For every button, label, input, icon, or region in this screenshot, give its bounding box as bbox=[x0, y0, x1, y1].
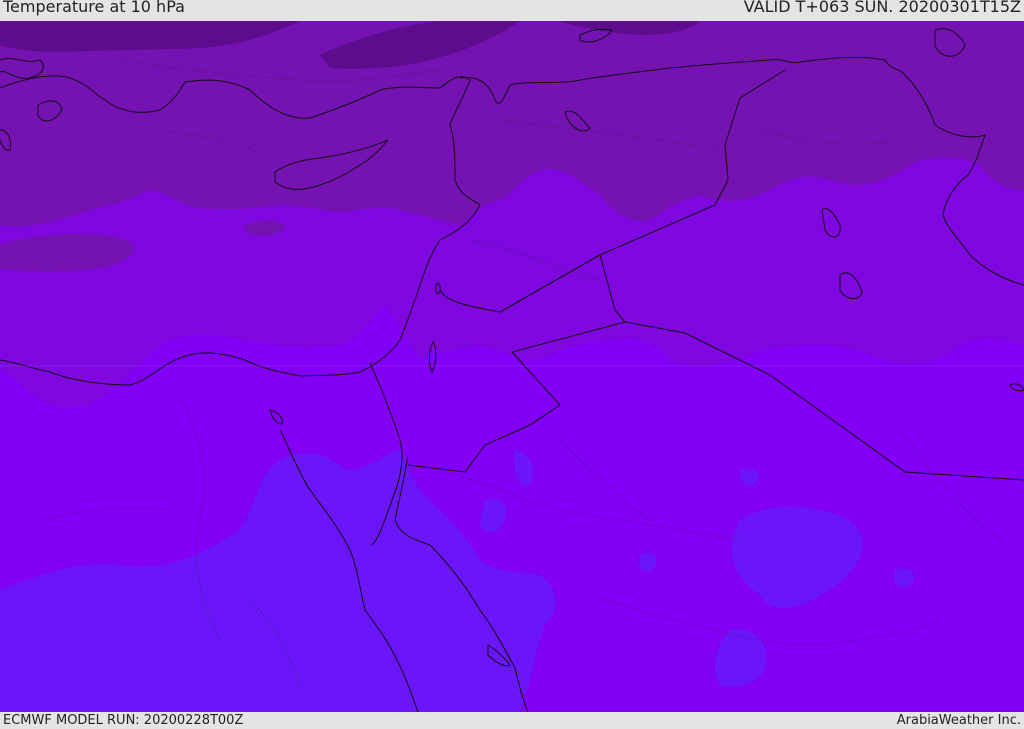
map-title: Temperature at 10 hPa bbox=[3, 0, 185, 16]
temperature-map[interactable] bbox=[0, 21, 1024, 712]
header-bar: Temperature at 10 hPa VALID T+063 SUN. 2… bbox=[0, 0, 1024, 21]
valid-time-label: VALID T+063 SUN. 20200301T15Z bbox=[743, 0, 1021, 16]
model-run-label: ECMWF MODEL RUN: 20200228T00Z bbox=[3, 713, 244, 728]
credit-label: ArabiaWeather Inc. bbox=[896, 713, 1021, 728]
footer-bar: ECMWF MODEL RUN: 20200228T00Z ArabiaWeat… bbox=[0, 712, 1024, 729]
